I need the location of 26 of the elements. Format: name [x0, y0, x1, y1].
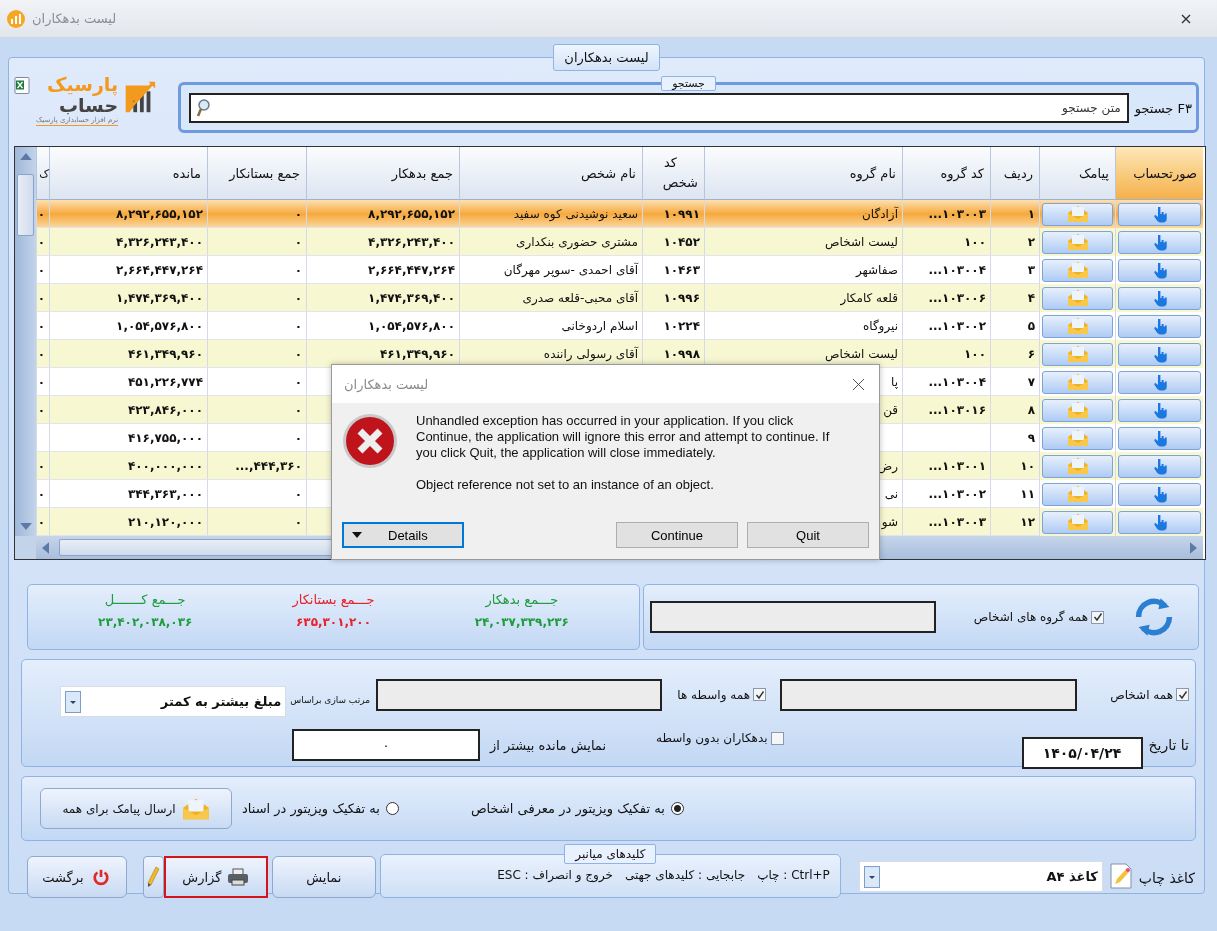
total-label: جـــمع بدهکار [485, 592, 559, 607]
logo-name: پارسیک [47, 73, 119, 95]
paper-label: کاغذ چاپ [1138, 870, 1195, 886]
min-balance-label: نمایش مانده بیشتر از [490, 737, 606, 753]
total-label: جـــمع بستانکار [292, 592, 375, 607]
radio-label: به تفکیک ویزیتور در معرفی اشخاص [470, 801, 665, 816]
logo-name: حساب [58, 95, 119, 115]
shortcuts-group-label: کلیدهای میانبر [564, 844, 657, 864]
window-title: لیست بدهکاران [32, 11, 117, 26]
shortcut-text: جابجایی : کلیدهای جهتی [624, 868, 746, 882]
checkbox-label: همه واسطه ها [676, 687, 750, 702]
checkbox-label: همه اشخاص [1109, 687, 1173, 702]
total-label: جـــمع کـــــــل [104, 592, 186, 607]
total-value: ۶۳۵,۳۰۱,۲۰۰ [296, 615, 372, 629]
checkbox-label: بدهکاران بدون واسطه [656, 731, 768, 745]
radio-label: به تفکیک ویزیتور در اسناد [242, 801, 380, 816]
sort-label: مرتب سازی براساس [290, 694, 370, 705]
date-label: تا تاریخ [1148, 737, 1189, 753]
shortcut-text: خروج و انصراف : ESC [497, 868, 613, 882]
total-value: ۲۴,۰۳۷,۳۳۹,۲۳۶ [474, 615, 569, 629]
shortcut-text: Ctrl+P : چاپ [757, 868, 830, 882]
search-label: F۳ جستجو [1134, 100, 1192, 116]
search-group-label: جستجو [661, 76, 716, 91]
checkbox-label: همه گروه های اشخاص [973, 610, 1088, 624]
dialog-title: لیست بدهکاران [344, 376, 429, 392]
total-value: ۲۳,۴۰۲,۰۳۸,۰۳۶ [98, 615, 193, 629]
